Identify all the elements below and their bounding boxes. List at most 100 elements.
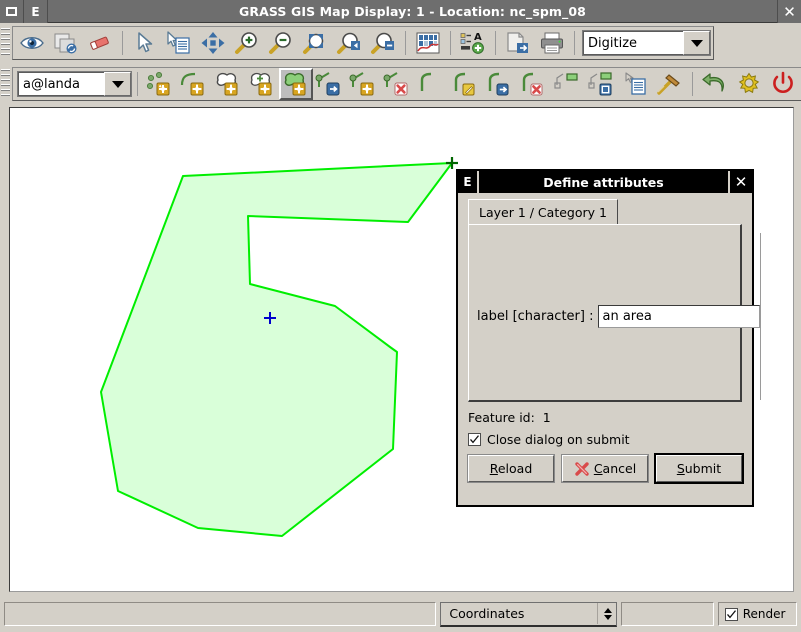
split-line-button[interactable] [415, 68, 449, 100]
tools-hammer-icon [657, 74, 680, 95]
toolbar-separator [405, 31, 406, 55]
checkbox-checked-icon[interactable] [468, 433, 481, 446]
query-raster-vector-button[interactable] [162, 27, 196, 59]
digitize-area-icon [284, 72, 306, 96]
toolbar-grip[interactable] [1, 28, 10, 58]
dialog-titlebar: E Define attributes ✕ [458, 171, 752, 193]
remove-vertex-button[interactable] [381, 68, 415, 100]
feature-id-row: Feature id: 1 [468, 410, 742, 425]
zoom-back-button[interactable] [332, 27, 366, 59]
dialog-body: Layer 1 / Category 1 label [character] :… [458, 193, 762, 402]
delete-feature-button[interactable] [517, 68, 551, 100]
render-map-button[interactable] [49, 27, 83, 59]
digitize-centroid-icon [250, 73, 272, 96]
close-dialog-on-submit-label: Close dialog on submit [487, 432, 630, 447]
dialog-close-button[interactable]: ✕ [728, 171, 752, 193]
dialog-panel-scrollbar[interactable] [760, 233, 762, 400]
dialog-footer: Feature id: 1 Close dialog on submit Rel… [458, 402, 752, 484]
display-attributes-button[interactable] [619, 68, 653, 100]
digitize-point-button[interactable] [143, 68, 177, 100]
vector-map-select[interactable]: a@landa [17, 71, 132, 97]
vector-map-value: a@landa [18, 72, 104, 96]
pan-button[interactable] [196, 27, 230, 59]
label-character-field[interactable]: an area [598, 305, 761, 328]
move-feature-button[interactable] [483, 68, 517, 100]
eraser-icon [90, 36, 109, 50]
copy-categories-button[interactable] [551, 68, 585, 100]
display-map-button[interactable] [15, 27, 49, 59]
copy-categories-icon [588, 72, 612, 96]
add-map-elements-button[interactable]: A [456, 27, 490, 59]
cancel-button[interactable]: Cancel [561, 454, 649, 483]
add-vertex-icon [349, 72, 374, 96]
reload-button[interactable]: Reload [467, 454, 555, 483]
digitized-area-polygon[interactable] [100, 162, 453, 537]
statusbar-blank-panel [620, 602, 714, 626]
statusbar: Coordinates Render [0, 596, 801, 632]
submit-button[interactable]: Submit [654, 453, 744, 484]
svg-text:A: A [474, 32, 482, 43]
render-layers-icon [54, 33, 77, 54]
edit-line-icon [454, 72, 475, 96]
display-mode-value: Digitize [583, 31, 683, 55]
magnifier-plus-icon [235, 32, 257, 54]
magnifier-minus-icon [269, 32, 291, 54]
save-display-button[interactable] [501, 27, 535, 59]
zoom-in-button[interactable] [230, 27, 264, 59]
grass-map-display-window: E GRASS GIS Map Display: 1 - Location: n… [0, 0, 801, 632]
copy-attributes-button[interactable] [585, 68, 619, 100]
toolbar-separator [495, 31, 496, 55]
quit-digitizer-button[interactable] [766, 68, 800, 100]
map-display-toolbar: A Digitize [0, 24, 801, 62]
toolbar-separator [122, 31, 123, 55]
digitize-boundary-button[interactable] [211, 68, 245, 100]
toolbar-grip[interactable] [1, 69, 10, 99]
print-map-button[interactable] [535, 27, 569, 59]
add-new-vertex-button[interactable] [347, 68, 381, 100]
feature-id-label: Feature id: [468, 410, 535, 425]
erase-display-button[interactable] [83, 27, 117, 59]
dialog-tabstrip: Layer 1 / Category 1 [464, 199, 746, 224]
add-vertex-button[interactable] [313, 68, 347, 100]
dialog-app-badge-icon[interactable]: E [458, 171, 479, 193]
undo-button[interactable] [698, 68, 732, 100]
chevron-down-icon[interactable] [104, 72, 131, 96]
display-mode-select[interactable]: Digitize [582, 30, 711, 56]
power-off-icon [773, 71, 793, 93]
export-file-icon [507, 32, 528, 53]
magnifier-back-icon [337, 32, 360, 54]
additional-tools-button[interactable] [653, 68, 687, 100]
printer-icon [541, 32, 563, 54]
digitize-line-button[interactable] [177, 68, 211, 100]
close-dialog-on-submit-checkbox[interactable]: Close dialog on submit [468, 432, 742, 447]
window-close-button[interactable]: ✕ [777, 0, 801, 23]
undo-arrow-icon [702, 73, 724, 92]
zoom-out-button[interactable] [264, 27, 298, 59]
dialog-button-row: Reload Cancel Submit [467, 453, 744, 484]
analyze-map-button[interactable] [411, 27, 445, 59]
checkbox-checked-icon[interactable] [724, 607, 738, 621]
zoom-extent-button[interactable] [298, 27, 332, 59]
spinner-arrows-icon[interactable] [596, 603, 612, 624]
toolbar-separator [137, 72, 138, 96]
digitize-centroid-button[interactable] [245, 68, 279, 100]
label-character-field-label: label [character] : [477, 309, 594, 324]
window-menu-icon[interactable] [0, 0, 24, 23]
zoom-menu-button[interactable] [366, 27, 400, 59]
digitize-line-icon [180, 72, 204, 96]
add-text-legend-icon: A [460, 32, 484, 54]
remove-vertex-icon [383, 72, 408, 96]
move-vertex-icon [315, 72, 340, 96]
display-categories-icon [554, 73, 578, 89]
chevron-down-icon[interactable] [683, 31, 710, 55]
statusbar-mode-select[interactable]: Coordinates [440, 601, 617, 627]
tab-layer1-category1[interactable]: Layer 1 / Category 1 [468, 199, 618, 224]
pointer-button[interactable] [128, 27, 162, 59]
move-feature-icon [488, 72, 509, 96]
render-checkbox[interactable]: Render [717, 602, 797, 626]
digitize-area-button[interactable] [279, 68, 313, 100]
reload-button-label-rest: eload [497, 461, 533, 476]
edit-line-button[interactable] [449, 68, 483, 100]
eye-icon [20, 37, 44, 49]
digitizer-settings-button[interactable] [732, 68, 766, 100]
